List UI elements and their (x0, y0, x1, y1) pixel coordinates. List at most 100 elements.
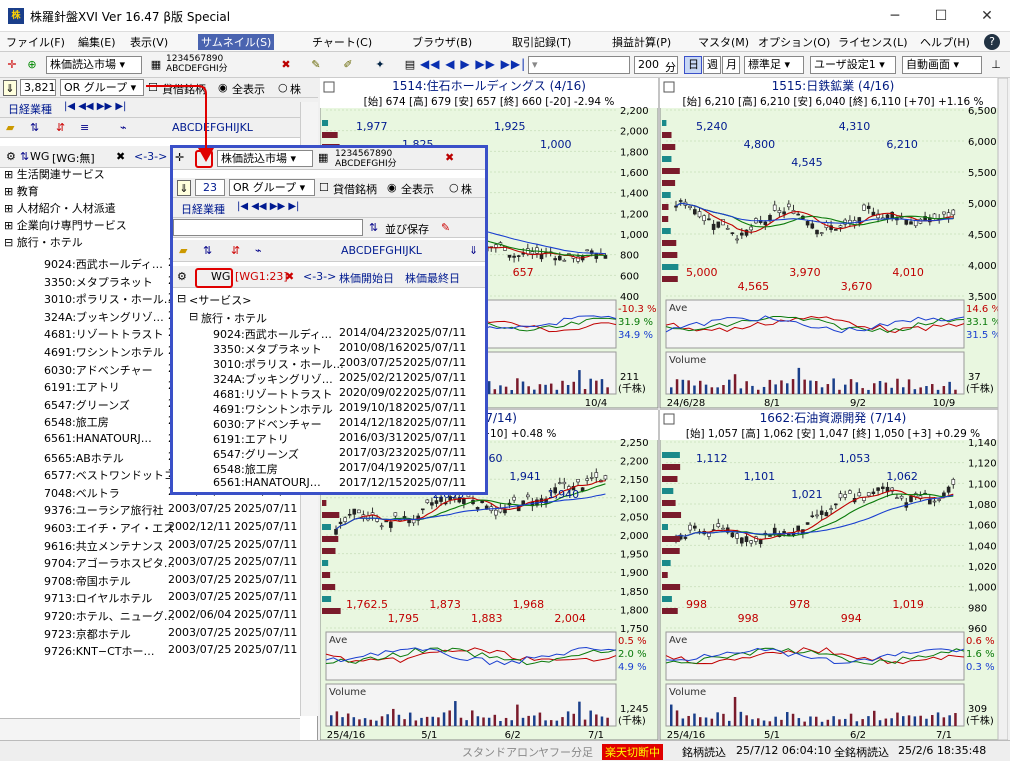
settings-grid-icon[interactable]: ▤ (402, 57, 418, 73)
menu-browser[interactable]: ブラウザ(B) (412, 34, 472, 50)
filter-icon-left[interactable]: ⇓ (3, 80, 17, 96)
industry-label[interactable]: 日経業種 (8, 101, 52, 117)
filter-icon[interactable]: ✛ (4, 57, 20, 73)
menu-view[interactable]: 表示(V) (130, 34, 168, 50)
menu-pnl[interactable]: 損益計算(P) (612, 34, 671, 50)
popup-wg-clear-icon[interactable]: ✖ (285, 270, 294, 283)
tree-node[interactable]: ⊞ 人材紹介・人材派遣 (4, 200, 116, 216)
popup-group-toggle[interactable]: ⊟ (189, 310, 198, 323)
week-button[interactable]: 週 (703, 56, 721, 74)
thumb-digits-bottom[interactable]: ABCDEFGHI分 (166, 65, 228, 74)
sort-name-icon[interactable]: ≡ (80, 121, 89, 134)
wg-settings-icon[interactable]: ⚙ (6, 150, 16, 163)
wg-clear-icon[interactable]: ✖ (116, 150, 125, 163)
popup-sort-icon[interactable]: ⇅ (203, 244, 212, 257)
popup-section-row[interactable]: ⊟ <サービス> (173, 290, 485, 308)
popup-show-all-radio[interactable]: ◉ (387, 181, 397, 194)
stock-row[interactable]: 9708:帝国ホテル 2003/07/25 2025/07/11 (0, 571, 300, 589)
popup-industry-nav[interactable]: |◀ ◀◀ ▶▶ ▶| (237, 201, 299, 212)
chart-delete-icon[interactable]: ✖ (278, 57, 294, 73)
stock-row[interactable]: 9723:京都ホテル 2003/07/25 2025/07/11 (0, 624, 300, 642)
stock-row[interactable]: 9704:アゴーラホスピタ… 2003/07/25 2025/07/11 (0, 553, 300, 571)
stock-radio[interactable]: ○ (278, 81, 288, 94)
tree-toggle-icon[interactable]: ⊟ (4, 236, 17, 249)
auto-screen-select[interactable]: 自動画面 ▾ (902, 56, 982, 74)
tree-toggle-icon[interactable]: ⊞ (4, 202, 17, 215)
popup-sort-desc-icon[interactable]: ⇵ (231, 244, 240, 257)
popup-download-icon[interactable]: ⇓ (469, 244, 478, 257)
popup-digits-top[interactable]: 1234567890 (335, 150, 392, 159)
popup-wg-settings-icon[interactable]: ⚙ (177, 270, 187, 283)
popup-search-combo[interactable] (173, 219, 363, 236)
menu-option[interactable]: オプション(O) (758, 34, 830, 50)
stock-row[interactable]: 9726:KNT−CTホー… 2003/07/25 2025/07/11 (0, 641, 300, 659)
menu-master[interactable]: マスタ(M) (698, 34, 749, 50)
popup-market-select[interactable]: 株価読込市場 ▾ (217, 150, 313, 167)
tree-node[interactable]: ⊞ 教育 (4, 183, 39, 199)
compass-icon[interactable]: ✦ (372, 57, 388, 73)
tree-node[interactable]: ⊞ 生活関連サービス (4, 166, 105, 182)
month-button[interactable]: 月 (722, 56, 740, 74)
playback-controls[interactable]: ◀◀ ◀ ▶ ▶▶ ▶▶| (420, 57, 526, 71)
tree-toggle-icon[interactable]: ⊞ (4, 168, 17, 181)
popup-sort-save[interactable]: 並び保存 (385, 221, 429, 237)
popup-group-row[interactable]: ⊟ 旅行・ホテル (173, 308, 485, 326)
stock-row[interactable]: 9720:ホテル、ニューグ… 2002/06/04 2025/07/11 (0, 606, 300, 624)
stock-row[interactable]: 9713:ロイヤルホテル 2003/07/25 2025/07/11 (0, 588, 300, 606)
popup-stock-row[interactable]: 6561:HANATOURJ… 2017/12/15 2025/07/11 (173, 476, 485, 492)
market-select[interactable]: 株価読込市場 ▾ (46, 56, 142, 74)
popup-stock-radio[interactable]: ○ (449, 181, 459, 194)
day-button[interactable]: 日 (684, 56, 702, 74)
pin-icon[interactable]: ⊥ (988, 57, 1004, 73)
popup-group-select[interactable]: OR グループ ▾ (229, 179, 315, 196)
group-select[interactable]: OR グループ ▾ (60, 79, 144, 96)
menu-help[interactable]: ヘルプ(H) (920, 34, 970, 50)
paint-icon[interactable]: ✎ (308, 57, 324, 73)
wg-sort-icon[interactable]: ⇅ (20, 150, 29, 163)
minimize-button[interactable]: ─ (872, 0, 918, 32)
user-setting-select[interactable]: ユーザ設定1 ▾ (810, 56, 896, 74)
popup-alpha-filter[interactable]: ABCDEFGHIJKL (341, 244, 422, 257)
popup-col-end[interactable]: 株価最終日 (405, 270, 460, 286)
popup-delete-icon[interactable]: ✖ (445, 151, 454, 164)
tree-node[interactable]: ⊟ 旅行・ホテル (4, 234, 83, 250)
candle-type-select[interactable]: 標準足 ▾ (744, 56, 804, 74)
menu-thumbnail[interactable]: サムネイル(S) (198, 34, 275, 50)
tree-node[interactable]: ⊞ 企業向け専門サービス (4, 217, 127, 233)
menu-edit[interactable]: 編集(E) (78, 34, 116, 50)
thumb-digits-top[interactable]: 1234567890 (166, 55, 223, 64)
stock-row[interactable]: 9603:エイチ・アイ・エス 2002/12/11 2025/07/11 (0, 518, 300, 536)
popup-nav[interactable]: <-3-> (303, 270, 336, 283)
help-icon[interactable]: ? (984, 34, 1000, 50)
popup-digits-bottom[interactable]: ABCDEFGHI分 (335, 160, 397, 169)
popup-section-toggle[interactable]: ⊟ (177, 292, 186, 305)
folder-icon[interactable]: ▰ (6, 121, 14, 134)
popup-filter-icon[interactable]: ⇓ (177, 180, 191, 196)
grid-icon[interactable]: ▦ (148, 57, 164, 73)
popup-edit-icon[interactable]: ✎ (441, 221, 450, 234)
popup-folder-icon[interactable]: ▰ (179, 244, 187, 257)
menu-license[interactable]: ライセンス(L) (838, 34, 908, 50)
popup-sort-save-icon[interactable]: ⇅ (369, 221, 378, 234)
sort-icon[interactable]: ⇅ (30, 121, 39, 134)
chart-link-icon[interactable]: ⌁ (120, 121, 127, 134)
maximize-button[interactable]: ☐ (918, 0, 964, 32)
sort-desc-icon[interactable]: ⇵ (56, 121, 65, 134)
popup-chart-link-icon[interactable]: ⌁ (255, 244, 262, 257)
stock-row[interactable]: 9376:ユーラシア旅行社 2003/07/25 2025/07/11 (0, 500, 300, 518)
tree-toggle-icon[interactable]: ⊞ (4, 219, 17, 232)
stock-row[interactable]: 9616:共立メンテナンス 2003/07/25 2025/07/11 (0, 536, 300, 554)
popup-col-start[interactable]: 株価開始日 (339, 270, 394, 286)
menu-trade-record[interactable]: 取引記録(T) (512, 34, 571, 50)
brush-icon[interactable]: ✐ (340, 57, 356, 73)
menu-chart[interactable]: チャート(C) (312, 34, 372, 50)
menu-file[interactable]: ファイル(F) (6, 34, 65, 50)
tree-toggle-icon[interactable]: ⊞ (4, 185, 17, 198)
industry-nav[interactable]: |◀ ◀◀ ▶▶ ▶| (64, 101, 126, 112)
symbol-combo[interactable]: ▾ (528, 56, 630, 74)
popup-grid-icon[interactable]: ▦ (318, 151, 328, 164)
popup-industry-label[interactable]: 日経業種 (181, 201, 225, 217)
close-button[interactable]: ✕ (964, 0, 1010, 32)
add-icon[interactable]: ⊕ (24, 57, 40, 73)
popup-lending-checkbox[interactable]: ☐ (319, 181, 329, 194)
